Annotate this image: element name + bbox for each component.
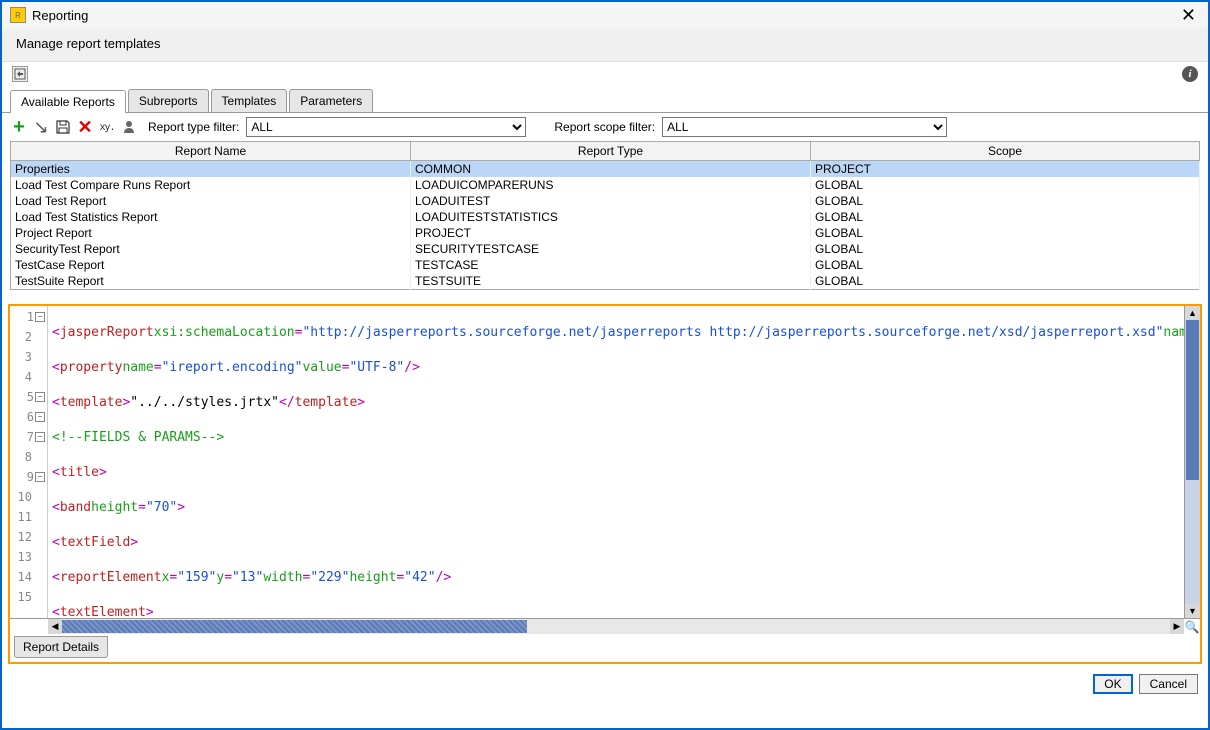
scroll-right-icon[interactable]: ▶	[1170, 619, 1184, 634]
tab-available-reports[interactable]: Available Reports	[10, 90, 126, 113]
table-cell: Project Report	[11, 225, 411, 241]
col-report-type[interactable]: Report Type	[411, 142, 811, 161]
table-cell: Properties	[11, 161, 411, 178]
reports-table[interactable]: Report Name Report Type Scope Properties…	[10, 141, 1200, 290]
tab-report-details[interactable]: Report Details	[14, 636, 108, 658]
scroll-left-icon[interactable]: ◀	[48, 619, 62, 634]
table-row[interactable]: Load Test ReportLOADUITESTGLOBAL	[11, 193, 1200, 209]
table-cell: SecurityTest Report	[11, 241, 411, 257]
filter-scope-select[interactable]: ALL	[662, 117, 947, 137]
table-row[interactable]: TestSuite ReportTESTSUITEGLOBAL	[11, 273, 1200, 290]
table-cell: COMMON	[411, 161, 811, 178]
fold-icon[interactable]: −	[35, 432, 45, 442]
table-cell: Load Test Report	[11, 193, 411, 209]
user-icon[interactable]	[120, 118, 138, 136]
tab-templates[interactable]: Templates	[211, 89, 288, 112]
table-cell: Load Test Statistics Report	[11, 209, 411, 225]
table-row[interactable]: PropertiesCOMMONPROJECT	[11, 161, 1200, 178]
cancel-button[interactable]: Cancel	[1139, 674, 1198, 694]
tab-subreports[interactable]: Subreports	[128, 89, 209, 112]
xy-icon[interactable]: xy.	[98, 118, 116, 136]
fold-icon[interactable]: −	[35, 412, 45, 422]
ok-button[interactable]: OK	[1093, 674, 1132, 694]
info-icon[interactable]: i	[1182, 66, 1198, 82]
table-cell: TestSuite Report	[11, 273, 411, 290]
table-cell: Load Test Compare Runs Report	[11, 177, 411, 193]
code-panel: 1−2345−6−7−89−101112131415 <jasperReport…	[8, 304, 1202, 664]
table-row[interactable]: SecurityTest ReportSECURITYTESTCASEGLOBA…	[11, 241, 1200, 257]
save-icon[interactable]	[54, 118, 72, 136]
code-gutter: 1−2345−6−7−89−101112131415	[10, 306, 48, 618]
table-row[interactable]: Load Test Statistics ReportLOADUITESTSTA…	[11, 209, 1200, 225]
hscroll-thumb[interactable]	[62, 620, 527, 633]
filter-type-select[interactable]: ALL	[246, 117, 526, 137]
table-row[interactable]: Load Test Compare Runs ReportLOADUICOMPA…	[11, 177, 1200, 193]
table-cell: TestCase Report	[11, 257, 411, 273]
scroll-down-icon[interactable]: ▼	[1185, 604, 1200, 618]
fold-icon[interactable]: −	[35, 392, 45, 402]
table-cell: LOADUITESTSTATISTICS	[411, 209, 811, 225]
table-cell: PROJECT	[411, 225, 811, 241]
table-cell: GLOBAL	[811, 209, 1200, 225]
zoom-icon[interactable]: 🔍	[1184, 619, 1200, 634]
window-title: Reporting	[32, 8, 1177, 23]
titlebar: R Reporting ✕	[2, 2, 1208, 28]
vertical-scrollbar[interactable]: ▲ ▼	[1184, 306, 1200, 618]
col-scope[interactable]: Scope	[811, 142, 1200, 161]
code-editor[interactable]: <jasperReport xsi:schemaLocation="http:/…	[48, 306, 1184, 618]
table-cell: GLOBAL	[811, 257, 1200, 273]
table-cell: SECURITYTESTCASE	[411, 241, 811, 257]
scroll-up-icon[interactable]: ▲	[1185, 306, 1200, 320]
subtitle: Manage report templates	[2, 28, 1208, 62]
table-cell: GLOBAL	[811, 193, 1200, 209]
delete-icon[interactable]: ✕	[76, 118, 94, 136]
table-cell: PROJECT	[811, 161, 1200, 178]
table-row[interactable]: Project ReportPROJECTGLOBAL	[11, 225, 1200, 241]
table-row[interactable]: TestCase ReportTESTCASEGLOBAL	[11, 257, 1200, 273]
table-cell: LOADUICOMPARERUNS	[411, 177, 811, 193]
secondary-toolbar: i	[2, 62, 1208, 86]
close-icon[interactable]: ✕	[1177, 5, 1200, 26]
rename-icon[interactable]: ↘	[32, 118, 50, 136]
tab-parameters[interactable]: Parameters	[289, 89, 373, 112]
table-cell: LOADUITEST	[411, 193, 811, 209]
tabstrip: Available Reports Subreports Templates P…	[2, 86, 1208, 113]
table-cell: TESTSUITE	[411, 273, 811, 290]
filter-type-label: Report type filter:	[148, 120, 239, 134]
col-report-name[interactable]: Report Name	[11, 142, 411, 161]
scroll-thumb[interactable]	[1186, 320, 1199, 480]
table-cell: TESTCASE	[411, 257, 811, 273]
fold-icon[interactable]: −	[35, 312, 45, 322]
filter-scope-label: Report scope filter:	[554, 120, 655, 134]
app-icon: R	[10, 7, 26, 23]
expand-icon[interactable]	[12, 66, 28, 82]
table-cell: GLOBAL	[811, 273, 1200, 290]
action-toolbar: + ↘ ✕ xy. Report type filter: ALL Report…	[2, 113, 1208, 141]
table-cell: GLOBAL	[811, 241, 1200, 257]
table-cell: GLOBAL	[811, 225, 1200, 241]
horizontal-scrollbar[interactable]: ◀ ▶	[48, 619, 1184, 634]
dialog-buttons: OK Cancel	[2, 668, 1208, 700]
fold-icon[interactable]: −	[35, 472, 45, 482]
add-icon[interactable]: +	[10, 118, 28, 136]
table-cell: GLOBAL	[811, 177, 1200, 193]
